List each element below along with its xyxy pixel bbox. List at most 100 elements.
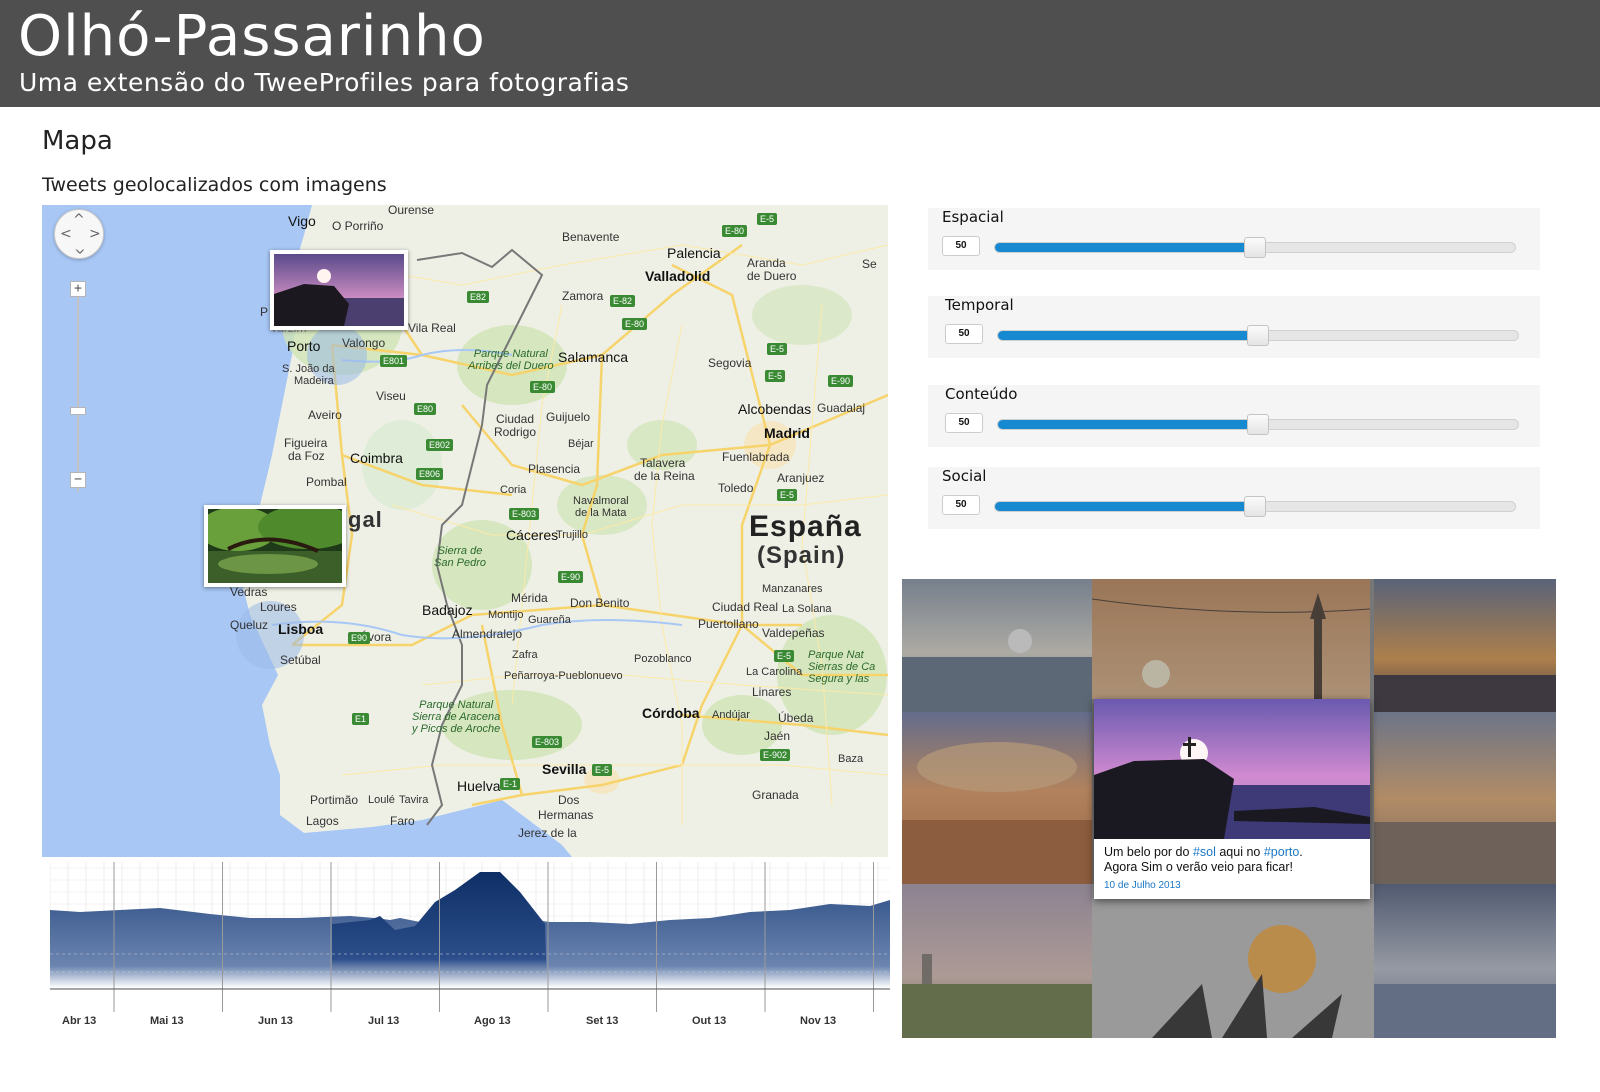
map-label-lagos: Lagos <box>306 814 339 828</box>
map-label-benavente: Benavente <box>562 230 620 244</box>
road-shield: E806 <box>416 468 444 480</box>
map-label-alcobendas: Alcobendas <box>738 401 812 417</box>
slider-value-input[interactable]: 50 <box>945 324 983 344</box>
map-label-ubeda: Úbeda <box>778 711 814 725</box>
map-label-bejar: Béjar <box>568 438 594 450</box>
timeline-month-label: Jul 13 <box>368 1015 400 1027</box>
tweet-popup[interactable]: Um belo por do #sol aqui no #porto. Agor… <box>1094 699 1370 899</box>
zoom-slider-track[interactable] <box>77 292 79 492</box>
slider-espacial: Espacial 50 <box>928 208 1540 270</box>
map-label-donbenito: Don Benito <box>570 596 630 610</box>
map-label-aranjuez: Aranjuez <box>777 471 825 485</box>
timeline-month-label: Jun 13 <box>258 1015 293 1027</box>
timeline-month-label: Nov 13 <box>800 1015 837 1027</box>
road-shield: E-90 <box>558 571 584 583</box>
map-label-merida: Mérida <box>511 591 548 605</box>
road-shield: E-82 <box>610 295 636 307</box>
map-label-cordoba: Córdoba <box>642 705 700 721</box>
map-label-rodrigo: Rodrigo <box>494 425 537 439</box>
map-label-navalmoral: Navalmoral <box>573 495 629 507</box>
timeline-month-label: Abr 13 <box>62 1015 97 1027</box>
map-label-guarena: Guareña <box>528 614 571 626</box>
map-label-caceres: Cáceres <box>506 527 559 543</box>
map-label-vedras: Vedras <box>230 585 268 599</box>
map-label-spain-en: (Spain) <box>757 542 846 569</box>
road-shield: E-90 <box>828 375 854 387</box>
map-label-ourense: Ourense <box>388 205 435 217</box>
map-park-arribes: Parque Natural Arribes del Duero <box>468 348 554 372</box>
slider-handle[interactable] <box>1247 325 1269 346</box>
zoom-in-button[interactable]: + <box>70 281 86 297</box>
map-photo-marker-lisboa[interactable] <box>204 505 346 587</box>
map-label-sevilla: Sevilla <box>542 761 587 777</box>
map-label-valdepenas: Valdepeñas <box>762 626 825 640</box>
map-label-figueira: Figueira <box>284 436 328 450</box>
slider-handle[interactable] <box>1247 414 1269 435</box>
gallery-photo[interactable] <box>1092 884 1374 1038</box>
gallery-photo[interactable] <box>902 884 1092 1038</box>
app-title: Olhó-Passarinho <box>18 4 486 69</box>
gallery-photo[interactable] <box>1092 579 1370 699</box>
map-park-aracena: Parque Natural Sierra de Aracena y Picos d… <box>412 699 501 735</box>
map-label-madrid: Madrid <box>764 425 810 441</box>
map-label-loures: Loures <box>260 600 297 614</box>
map-label-toledo: Toledo <box>718 481 754 495</box>
hashtag-link[interactable]: #porto <box>1264 845 1299 859</box>
map-label-porto: Porto <box>287 338 321 354</box>
map-label-vila-real: Vila Real <box>408 321 456 335</box>
gallery-photo[interactable] <box>902 712 1092 884</box>
hashtag-link[interactable]: #sol <box>1193 845 1216 859</box>
pan-right-icon[interactable]: > <box>89 227 101 241</box>
zoom-slider-handle[interactable] <box>70 407 86 415</box>
map-label-portugal: gal <box>348 507 383 532</box>
map-label-dos: Dos <box>558 793 580 807</box>
slider-handle[interactable] <box>1244 496 1266 517</box>
map-label-jaen: Jaén <box>764 729 791 743</box>
app-header: Olhó-Passarinho Uma extensão do TweeProf… <box>0 0 1600 107</box>
road-shield: E-1 <box>500 778 521 790</box>
pan-down-icon[interactable]: ^ <box>74 239 86 255</box>
slider-value-input[interactable]: 50 <box>942 495 980 515</box>
section-title: Mapa <box>42 126 113 156</box>
map-photo-marker-porto[interactable] <box>270 250 408 330</box>
map-park-cazorla: Parque Nat Sierras de Ca Segura y las <box>808 649 876 685</box>
map-label-loule: Loulé <box>368 794 395 806</box>
map-label-ciudadreal: Ciudad Real <box>712 600 779 614</box>
road-shield: E-80 <box>622 318 648 330</box>
map-label-penarroya: Peñarroya-Pueblonuevo <box>504 670 623 682</box>
map-label-lacarolina: La Carolina <box>746 666 803 678</box>
map-label-valongo: Valongo <box>342 336 386 350</box>
zoom-out-button[interactable]: − <box>70 472 86 488</box>
slider-value-input[interactable]: 50 <box>945 413 983 433</box>
slider-value-input[interactable]: 50 <box>942 236 980 256</box>
road-shield: E82 <box>467 291 490 303</box>
map-label-madeira: Madeira <box>294 375 334 387</box>
pan-control[interactable]: ^ < > ^ <box>54 209 104 259</box>
map-label-valladolid: Valladolid <box>645 268 711 284</box>
map-label-zafra: Zafra <box>512 649 538 661</box>
tweet-date: 10 de Julho 2013 <box>1104 880 1181 891</box>
section-subtitle: Tweets geolocalizados com imagens <box>42 174 387 196</box>
map-label-delareina: de la Reina <box>634 469 695 483</box>
slider-handle[interactable] <box>1244 237 1266 258</box>
photo-gallery: Um belo por do #sol aqui no #porto. Agor… <box>902 579 1556 1038</box>
map-label-viseu: Viseu <box>376 389 406 403</box>
pan-left-icon[interactable]: < <box>60 227 72 241</box>
map-label-coimbra: Coimbra <box>350 450 403 466</box>
road-shield: E80 <box>414 403 437 415</box>
map-label-huelva: Huelva <box>457 778 501 794</box>
pan-up-icon[interactable]: ^ <box>73 213 85 227</box>
gallery-photo[interactable] <box>1374 579 1556 712</box>
map[interactable]: Ourense Vigo O Porriño Benavente Palenci… <box>42 205 888 857</box>
timeline-month-label: Mai 13 <box>150 1015 184 1027</box>
slider-temporal: Temporal 50 <box>928 296 1540 358</box>
map-label-ciudad: Ciudad <box>496 412 535 426</box>
gallery-photo[interactable] <box>1374 884 1556 1038</box>
map-label-guijuelo: Guijuelo <box>546 410 591 424</box>
slider-social: Social 50 <box>928 467 1540 529</box>
gallery-photo[interactable] <box>902 579 1092 712</box>
slider-label: Social <box>942 467 987 485</box>
tweet-popup-photo <box>1094 699 1370 839</box>
gallery-photo[interactable] <box>1374 712 1556 884</box>
timeline-chart[interactable]: Abr 13 Mai 13 Jun 13 Jul 13 Ago 13 Set 1… <box>49 862 983 1032</box>
